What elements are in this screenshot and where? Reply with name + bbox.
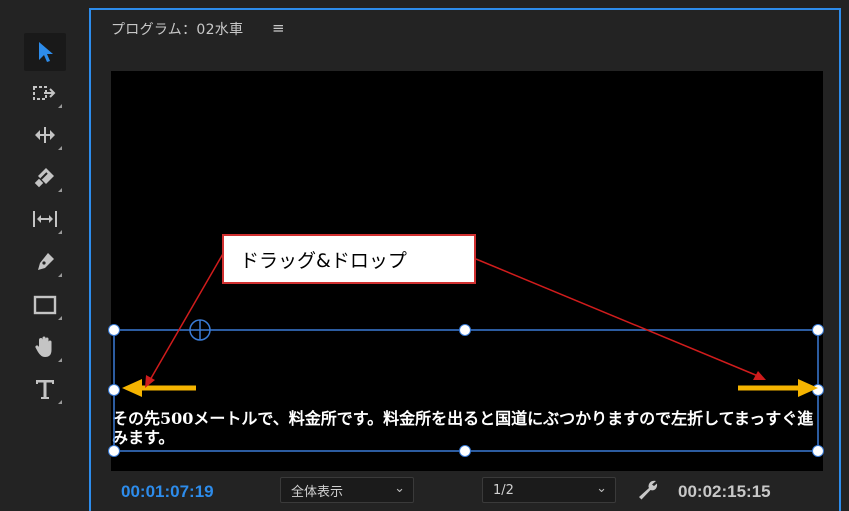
zoom-level-value: 全体表示	[291, 484, 344, 500]
resize-handle-middle-left[interactable]	[108, 384, 120, 396]
callout-pointer-right	[475, 258, 766, 380]
drag-arrow-right	[738, 379, 818, 397]
resize-handle-bottom-center[interactable]	[459, 445, 471, 457]
duration-timecode: 00:02:15:15	[678, 482, 771, 501]
zoom-level-select[interactable]: 全体表示 ⌄	[280, 477, 414, 503]
playback-resolution-select[interactable]: 1/2 ⌄	[482, 477, 616, 503]
callout-pointer-left	[145, 251, 225, 388]
callout-text: ドラッグ&ドロップ	[240, 249, 407, 272]
resize-handle-top-right[interactable]	[812, 324, 824, 336]
wrench-icon[interactable]	[636, 478, 660, 506]
resize-handle-bottom-left[interactable]	[108, 445, 120, 457]
resize-handle-middle-right[interactable]	[812, 384, 824, 396]
playback-resolution-value: 1/2	[493, 482, 514, 498]
chevron-down-icon: ⌄	[394, 481, 405, 496]
current-timecode[interactable]: 00:01:07:19	[121, 482, 214, 502]
resize-handle-top-center[interactable]	[459, 324, 471, 336]
resize-handle-bottom-right[interactable]	[812, 445, 824, 457]
drag-arrow-left	[122, 379, 196, 397]
resize-handle-top-left[interactable]	[108, 324, 120, 336]
text-bounding-box[interactable]	[113, 329, 819, 452]
chevron-down-icon: ⌄	[596, 481, 607, 496]
callout-box: ドラッグ&ドロップ	[222, 234, 476, 284]
